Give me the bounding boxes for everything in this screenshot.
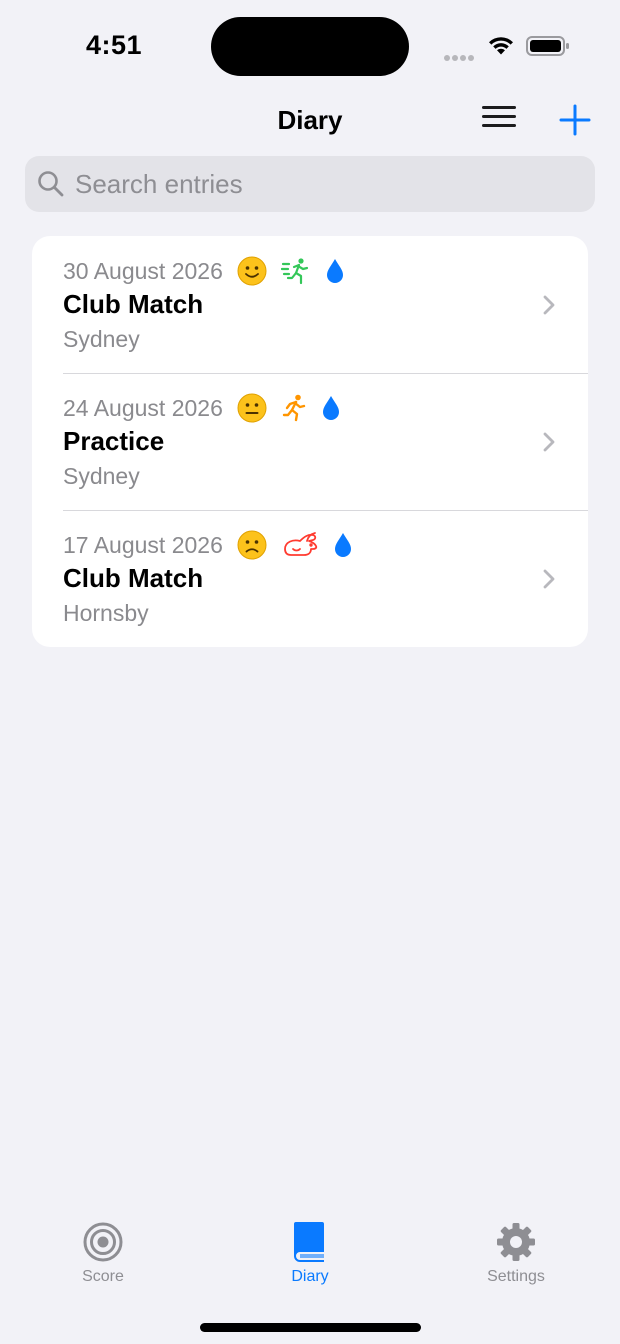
entry-location: Sydney [63, 463, 140, 489]
gear-icon [497, 1223, 535, 1261]
entry-date: 30 August 2026 [63, 257, 223, 284]
tab-diary[interactable]: Diary [240, 1218, 380, 1286]
status-icons [444, 34, 574, 61]
chevron-right-icon [543, 295, 555, 315]
search-input[interactable] [75, 166, 575, 202]
entry-date: 24 August 2026 [63, 394, 223, 421]
entry-meta: 30 August 2026 [63, 256, 345, 286]
entry-row[interactable]: 30 August 2026 Club Match Sydney [32, 236, 588, 373]
tab-label: Diary [291, 1268, 329, 1285]
entry-row[interactable]: 17 August 2026 Club Match Hornsby [32, 510, 588, 647]
tab-score[interactable]: Score [33, 1218, 173, 1286]
entry-meta: 17 August 2026 [63, 530, 353, 560]
entry-location: Sydney [63, 326, 140, 352]
person-running-fast-icon [280, 256, 311, 286]
cellular-signal-icon [444, 48, 476, 66]
tab-label: Settings [487, 1268, 545, 1285]
page-title: Diary [277, 105, 343, 135]
tab-bar: Score Diary Settings [0, 1218, 620, 1298]
search-icon [38, 171, 64, 197]
water-drop-icon [325, 258, 345, 284]
neutral-face-icon [237, 393, 267, 423]
smiling-face-icon [237, 256, 267, 286]
chevron-right-icon [543, 569, 555, 589]
status-time: 4:51 [86, 30, 143, 60]
sort-menu-button[interactable] [479, 106, 519, 134]
book-icon [294, 1222, 324, 1262]
entry-meta: 24 August 2026 [63, 393, 341, 423]
search-bar[interactable] [25, 156, 595, 212]
rabbit-icon [281, 531, 319, 559]
slightly-frowning-face-icon [237, 530, 267, 560]
entry-title: Practice [63, 426, 165, 456]
water-drop-icon [333, 532, 353, 558]
tab-settings[interactable]: Settings [446, 1218, 586, 1286]
add-entry-button[interactable] [557, 102, 593, 138]
entry-row[interactable]: 24 August 2026 Practice Sydney [32, 373, 588, 510]
chevron-right-icon [543, 432, 555, 452]
entry-date: 17 August 2026 [63, 531, 223, 558]
tab-label: Score [82, 1268, 124, 1285]
menu-icon [482, 106, 516, 109]
dynamic-island [211, 17, 409, 76]
entry-title: Club Match [63, 289, 204, 319]
person-running-icon [281, 393, 307, 423]
home-indicator [200, 1323, 421, 1332]
entry-list: 30 August 2026 Club Match Sydney 24 Augu… [32, 236, 588, 647]
entry-location: Hornsby [63, 600, 149, 626]
entry-title: Club Match [63, 563, 204, 593]
wifi-icon [489, 37, 513, 55]
target-icon [83, 1222, 123, 1262]
water-drop-icon [321, 395, 341, 421]
battery-icon [526, 36, 569, 56]
